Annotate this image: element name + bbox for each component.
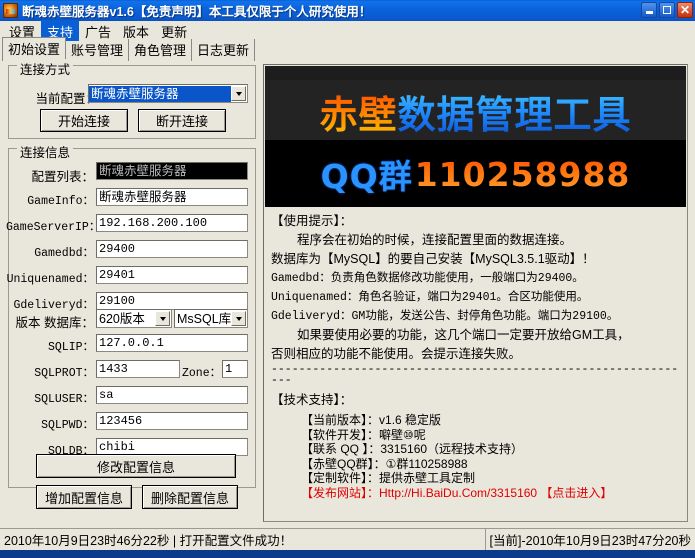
uniquenamed-field[interactable]: 29401 [96,266,248,284]
status-current-time: [当前]-2010年10月9日23时47分20秒 [486,529,695,550]
info-panel: 赤壁数据管理工具 QQ群110258988 【使用提示】： 程序会在初始的时候，… [263,64,688,522]
banner-qq-number: 110258988 [415,155,631,194]
version-db-label: 版本 数据库： [14,312,94,331]
uniquenamed-label: Uniquenamed： [6,270,94,286]
config-list-field[interactable]: 断魂赤壁服务器 [96,162,248,180]
help-heading: 【使用提示】： [271,212,680,231]
config-list-label: 配置列表： [14,166,94,185]
connection-info-title: 连接信息 [17,142,73,161]
support-value-qq: 3315160（远程技术支持） [380,442,523,456]
current-config-value: 断魂赤壁服务器 [89,86,231,102]
start-connect-button[interactable]: 开始连接 [40,109,128,132]
maximize-icon [663,6,671,14]
chevron-down-icon[interactable] [231,311,246,326]
disconnect-button[interactable]: 断开连接 [138,109,226,132]
app-icon [3,3,18,18]
version-value: 620版本 [97,311,155,327]
support-label-qqgroup: 【赤壁QQ群】： [301,457,386,471]
tab-role-management[interactable]: 角色管理 [129,39,192,61]
support-label-website: 【发布网站】： [301,486,379,500]
support-value-developer: 噼壁⑩呢 [379,428,426,442]
gdeliveryd-label: Gdeliveryd： [8,296,94,312]
support-row-website[interactable]: 【发布网站】：Http://Hi.BaiDu.Com/3315160 【点击进入… [271,486,680,501]
current-config-label: 当前配置： [20,88,98,107]
banner-strip-top [265,66,686,80]
gdeliveryd-field[interactable]: 29100 [96,292,248,310]
sqlpwd-field[interactable]: 123456 [96,412,248,430]
support-value-version: v1.6 稳定版 [379,413,441,427]
banner-title-part2: 数据管理工具 [398,84,632,139]
tab-log-update[interactable]: 日志更新 [192,39,255,61]
support-row-custom: 【定制软件】：提供赤壁工具定制 [271,471,680,486]
close-icon: ✕ [680,5,690,16]
sqlprot-label: SQLPROT： [14,364,94,380]
zone-field[interactable]: 1 [222,360,248,378]
modify-config-button[interactable]: 修改配置信息 [36,454,236,478]
banner-qq: QQ群110258988 [265,150,686,198]
support-row-developer: 【软件开发】：噼壁⑩呢 [271,428,680,443]
zone-label: Zone： [182,364,220,380]
banner-title-part1: 赤壁 [319,84,397,139]
support-label-developer: 【软件开发】： [301,428,379,442]
help-divider: ----------------------------------------… [271,364,680,386]
taskbar-edge [0,550,695,558]
support-label-qq: 【联系 QQ 】： [301,442,380,456]
banner-title: 赤壁数据管理工具 [265,80,686,142]
chevron-down-icon[interactable] [231,86,246,101]
help-line-7: 否则相应的功能不能使用。会提示连接失败。 [271,345,680,364]
database-combobox[interactable]: MsSQL库 [174,309,248,328]
help-line-1: 程序会在初始的时候，连接配置里面的数据连接。 [271,231,680,250]
sqluser-label: SQLUSER： [14,390,94,406]
sqluser-field[interactable]: sa [96,386,248,404]
minimize-icon [646,11,653,14]
help-text-area: 【使用提示】： 程序会在初始的时候，连接配置里面的数据连接。 数据库为【MySQ… [265,208,686,522]
tab-strip: 初始设置 账号管理 角色管理 日志更新 [0,41,695,61]
support-row-qqgroup: 【赤壁QQ群】：①群110258988 [271,457,680,472]
window-controls: ✕ [641,2,693,18]
close-button[interactable]: ✕ [677,2,693,18]
help-line-4: Uniquenamed：角色名验证，端口为29401。合区功能使用。 [271,288,680,307]
connection-method-title: 连接方式 [17,59,73,78]
minimize-button[interactable] [641,2,657,18]
current-config-combobox[interactable]: 断魂赤壁服务器 [88,84,248,103]
gameserverip-label: GameServerIP： [6,218,94,234]
support-value-custom: 提供赤壁工具定制 [379,471,475,485]
menu-bar: 设置 支持 广告 版本 更新 [0,21,695,41]
support-heading: 【技术支持】： [271,391,680,410]
gameinfo-label: GameInfo： [10,192,94,208]
window-title: 断魂赤壁服务器v1.6【免责声明】本工具仅限于个人研究使用！ [22,1,371,20]
support-row-version: 【当前版本】：v1.6 稳定版 [271,413,680,428]
gamedbd-field[interactable]: 29400 [96,240,248,258]
support-label-version: 【当前版本】： [301,413,379,427]
title-bar: 断魂赤壁服务器v1.6【免责声明】本工具仅限于个人研究使用！ ✕ [0,0,695,21]
sqlpwd-label: SQLPWD： [18,416,94,432]
tab-account-management[interactable]: 账号管理 [66,39,129,61]
help-line-6: 如果要使用必要的功能，这几个端口一定要开放给GM工具， [271,326,680,345]
application-window: 断魂赤壁服务器v1.6【免责声明】本工具仅限于个人研究使用！ ✕ 设置 支持 广… [0,0,695,558]
gameinfo-field[interactable]: 断魂赤壁服务器 [96,188,248,206]
maximize-button[interactable] [659,2,675,18]
add-config-button[interactable]: 增加配置信息 [36,485,132,509]
delete-config-button[interactable]: 删除配置信息 [142,485,238,509]
sqlprot-field[interactable]: 1433 [96,360,180,378]
support-value-website[interactable]: Http://Hi.BaiDu.Com/3315160 【点击进入】 [379,486,612,500]
sqlip-label: SQLIP： [24,338,94,354]
help-line-2: 数据库为【MySQL】的要自己安装【MySQL3.5.1驱动】！ [271,250,680,269]
chevron-down-icon[interactable] [155,311,170,326]
support-value-qqgroup: ①群110258988 [386,457,468,471]
gamedbd-label: Gamedbd： [10,244,94,260]
sqlip-field[interactable]: 127.0.0.1 [96,334,248,352]
tab-initial-settings[interactable]: 初始设置 [2,37,66,61]
database-value: MsSQL库 [175,311,231,327]
gameserverip-field[interactable]: 192.168.200.100 [96,214,248,232]
status-bar: 2010年10月9日23时46分22秒 | 打开配置文件成功！ [当前]-201… [0,528,695,550]
banner-qq-label: QQ群 [321,150,413,198]
status-message: 2010年10月9日23时46分22秒 | 打开配置文件成功！ [0,529,486,550]
promo-banner: 赤壁数据管理工具 QQ群110258988 [265,66,686,207]
help-line-3: Gamedbd：负责角色数据修改功能使用，一般端口为29400。 [271,269,680,288]
help-line-5: Gdeliveryd：GM功能，发送公告、封停角色功能。端口为29100。 [271,307,680,326]
support-label-custom: 【定制软件】： [301,471,379,485]
support-row-qq: 【联系 QQ 】：3315160（远程技术支持） [271,442,680,457]
version-combobox[interactable]: 620版本 [96,309,172,328]
